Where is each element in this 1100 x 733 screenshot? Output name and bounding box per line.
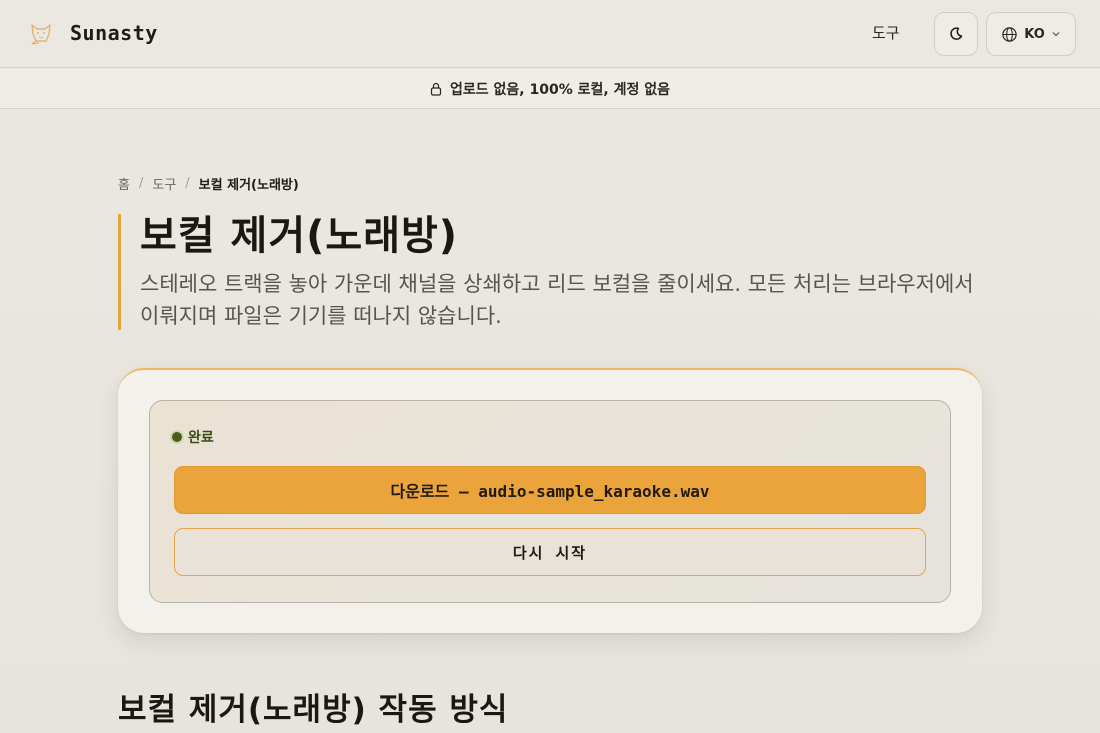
- chevron-down-icon: [1052, 32, 1060, 37]
- status-dot-icon: [172, 432, 182, 442]
- status-badge: 완료: [172, 427, 214, 447]
- moon-icon: [950, 27, 963, 40]
- result-card: 완료 다운로드 — audio-sample_karaoke.wav 다시 시작: [118, 368, 982, 633]
- breadcrumb-home[interactable]: 홈: [118, 174, 130, 193]
- page-header: 보컬 제거(노래방) 스테레오 트랙을 놓아 가운데 채널을 상쇄하고 리드 보…: [118, 214, 978, 330]
- globe-icon: [1002, 26, 1017, 42]
- how-it-works-heading: 보컬 제거(노래방) 작동 방식: [118, 692, 509, 728]
- brand-home-link[interactable]: Sunasty: [26, 18, 158, 48]
- lock-icon: [430, 82, 442, 96]
- privacy-banner-text: 업로드 없음, 100% 로컬, 계정 없음: [450, 81, 670, 98]
- page-title: 보컬 제거(노래방): [140, 213, 459, 259]
- theme-toggle-button[interactable]: [934, 12, 978, 56]
- breadcrumb-separator: /: [185, 176, 190, 191]
- privacy-banner: 업로드 없음, 100% 로컬, 계정 없음: [0, 69, 1100, 109]
- language-selector[interactable]: KO: [986, 12, 1076, 56]
- language-code: KO: [1024, 26, 1045, 42]
- page-description: 스테레오 트랙을 놓아 가운데 채널을 상쇄하고 리드 보컬을 줄이세요. 모든…: [140, 272, 974, 328]
- breadcrumb: 홈 / 도구 / 보컬 제거(노래방): [118, 174, 299, 193]
- breadcrumb-current: 보컬 제거(노래방): [198, 178, 299, 193]
- restart-button[interactable]: 다시 시작: [174, 528, 926, 576]
- nav-tools-link[interactable]: 도구: [872, 22, 900, 43]
- breadcrumb-separator: /: [138, 176, 144, 191]
- fox-logo-icon: [31, 24, 51, 45]
- result-panel: 완료 다운로드 — audio-sample_karaoke.wav 다시 시작: [149, 400, 951, 603]
- status-label: 완료: [188, 430, 214, 446]
- download-button[interactable]: 다운로드 — audio-sample_karaoke.wav: [174, 466, 926, 514]
- top-navigation-bar: Sunasty 도구 KO: [0, 0, 1100, 68]
- brand-name: Sunasty: [70, 21, 158, 45]
- breadcrumb-tools[interactable]: 도구: [152, 174, 176, 193]
